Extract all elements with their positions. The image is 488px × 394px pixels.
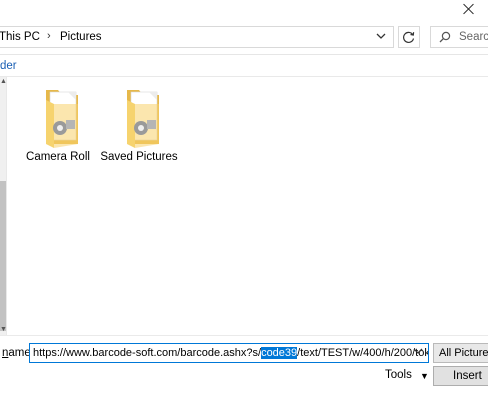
file-name-value: https://www.barcode-soft.com/barcode.ash… <box>33 347 428 359</box>
search-box[interactable]: Search <box>430 26 488 48</box>
title-bar <box>0 0 488 22</box>
folder-icon <box>46 90 78 148</box>
address-bar[interactable]: This PC › Pictures <box>0 26 394 48</box>
breadcrumb-pictures[interactable]: Pictures <box>60 31 102 43</box>
divider <box>0 335 488 336</box>
search-placeholder: Search <box>459 31 488 43</box>
filter-value: All Pictures ( <box>439 347 488 359</box>
pane-divider <box>6 77 7 335</box>
caret-down-icon[interactable]: ▼ <box>420 371 429 381</box>
folder-label: Saved Pictures <box>100 151 178 163</box>
breadcrumb-separator-icon: › <box>47 30 51 42</box>
folder-item[interactable]: Saved Pictures <box>99 86 179 170</box>
divider <box>0 76 488 77</box>
refresh-button[interactable] <box>398 26 420 48</box>
file-type-filter[interactable]: All Pictures ( <box>433 343 488 363</box>
tools-button[interactable]: Tools <box>385 369 412 381</box>
selected-text: code39 <box>261 347 298 359</box>
close-icon[interactable] <box>464 4 474 14</box>
value-before: https://www.barcode-soft.com/barcode.ash… <box>33 347 262 359</box>
insert-button[interactable]: Insert <box>433 366 488 386</box>
divider <box>0 54 488 55</box>
folder-icon <box>127 90 159 148</box>
chevron-down-icon[interactable] <box>373 30 389 44</box>
new-folder-button[interactable]: der <box>0 60 17 72</box>
refresh-icon <box>403 31 415 43</box>
insert-label: Insert <box>453 370 482 382</box>
value-after: /text/TEST/w/400/h/200/token/barcodeso <box>297 347 428 359</box>
folder-label: Camera Roll <box>26 151 90 163</box>
file-name-input[interactable]: https://www.barcode-soft.com/barcode.ash… <box>29 343 429 363</box>
chevron-down-icon[interactable] <box>411 346 425 360</box>
search-icon <box>439 31 451 43</box>
folder-item[interactable]: Camera Roll <box>18 86 98 170</box>
breadcrumb-this-pc[interactable]: This PC <box>0 31 40 43</box>
